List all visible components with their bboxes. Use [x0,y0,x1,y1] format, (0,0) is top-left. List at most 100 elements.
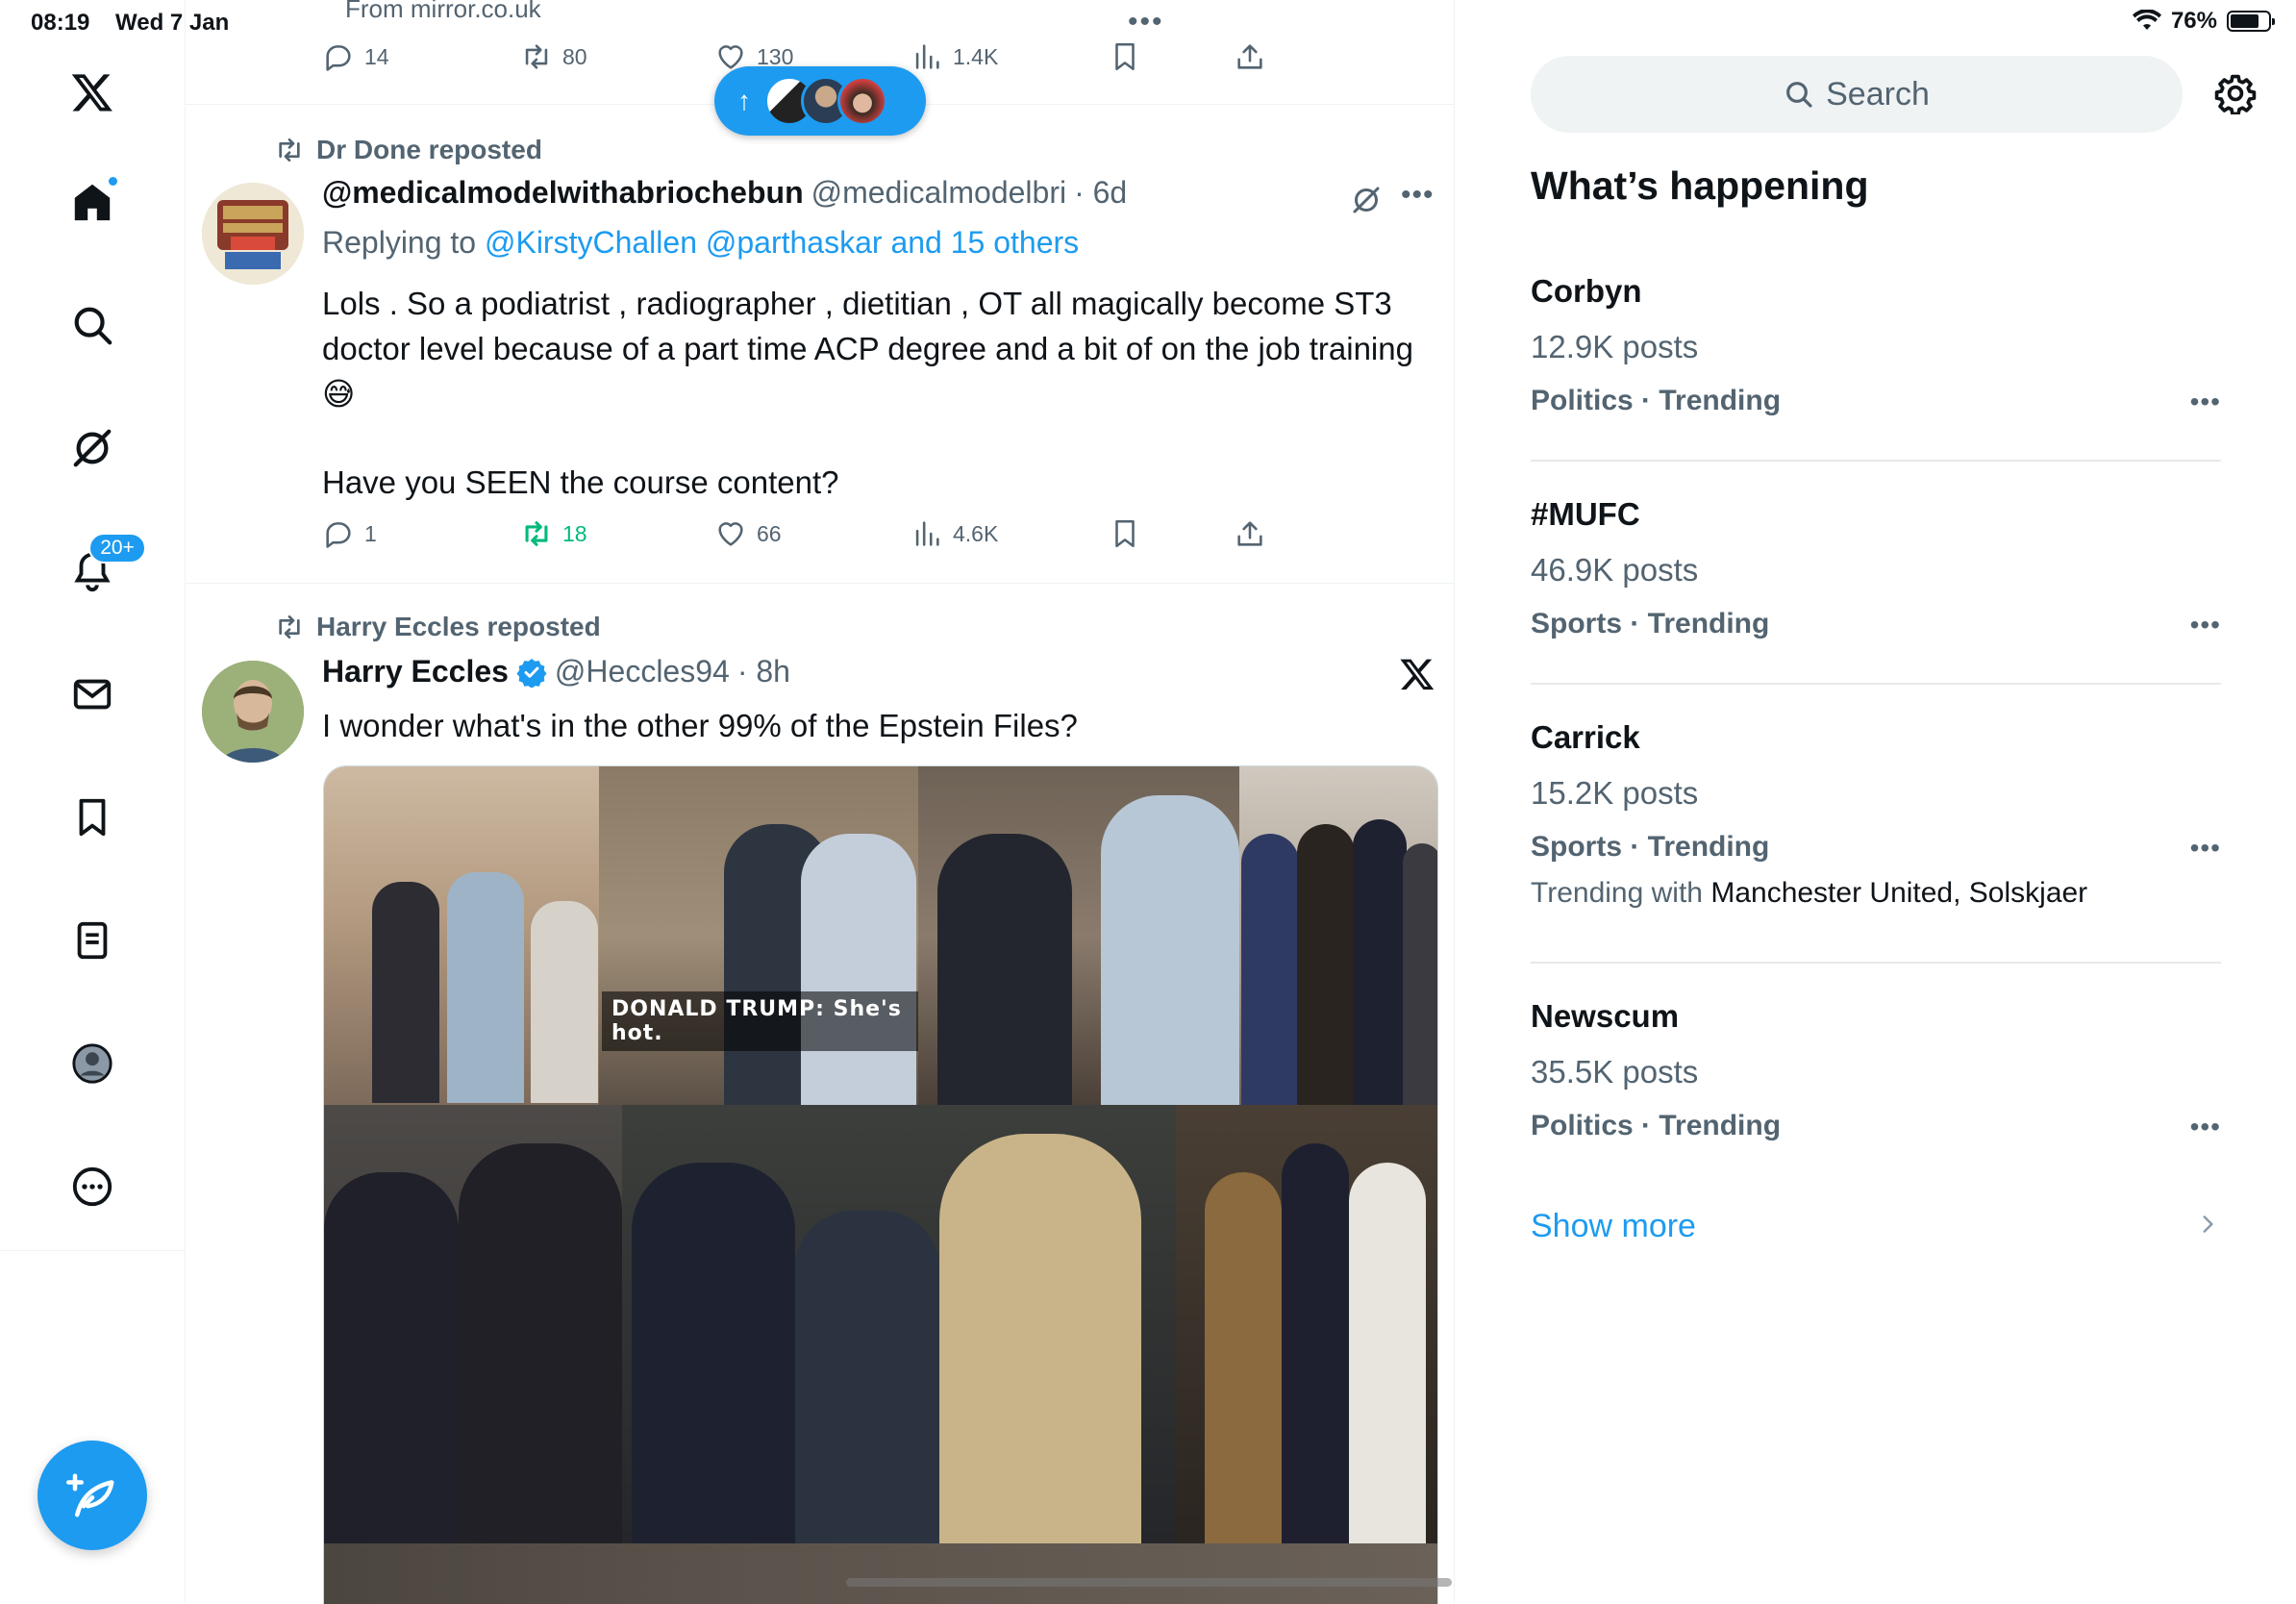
trend-item[interactable]: Corbyn 12.9K posts Politics · Trending •… [1531,273,2221,417]
post-text-paragraph: Have you SEEN the course content? [322,464,839,500]
author-handle[interactable]: @medicalmodelbri [811,175,1066,211]
avatar [837,76,887,126]
post-header: Harry Eccles @Heccles94 · 8h [322,654,790,689]
chevron-right-icon [2203,1216,2213,1233]
photo-figure [1282,1143,1349,1543]
search-icon [1786,82,1812,108]
wifi-icon [2132,10,2161,30]
post-text: Lols . So a podiatrist , radiographer , … [322,281,1437,505]
photo-figure [1353,819,1407,1105]
notification-badge: 20+ [88,533,146,564]
show-more-link[interactable]: Show more [1531,1208,1696,1245]
trend-more-icon[interactable]: ••• [2190,1112,2221,1142]
new-posts-pill[interactable]: ↑ [714,66,926,136]
nav-profile[interactable] [54,1025,131,1102]
photo-figure [459,1143,622,1543]
home-icon [74,184,111,221]
views-button[interactable]: 4.6K [911,517,998,550]
post-header: @medicalmodelwithabriochebun @medicalmod… [322,175,1127,211]
nav-more[interactable] [54,1148,131,1225]
trend-more-icon[interactable]: ••• [2190,610,2221,640]
nav-home[interactable] [54,163,131,240]
trend-more-icon[interactable]: ••• [2190,833,2221,864]
more-circle-icon [72,1166,112,1207]
author-name[interactable]: Harry Eccles [322,654,509,689]
trend-item[interactable]: #MUFC 46.9K posts Sports · Trending ••• [1531,496,2221,640]
author-handle[interactable]: @Heccles94 [555,654,730,689]
photo-figure [937,834,1072,1105]
avatar[interactable] [202,661,304,763]
reply-count: 14 [364,43,389,69]
replying-prefix: Replying to [322,225,477,260]
bookmark-icon [79,798,106,837]
nav-lists[interactable] [54,902,131,979]
author-name[interactable]: @medicalmodelwithabriochebun [322,175,804,211]
trend-divider [1531,683,2221,685]
photo-figure [447,872,524,1103]
collage-photo [1176,1105,1437,1543]
post-time[interactable]: · 6d [1074,175,1127,211]
bookmark-button[interactable] [1109,517,1141,550]
photo-figure [531,901,598,1103]
avatar[interactable] [202,183,304,285]
share-icon [1237,521,1262,546]
trend-name: Corbyn [1531,273,1642,309]
repost-button[interactable]: 18 [520,517,587,550]
grok-explain-icon[interactable] [1349,183,1384,217]
x-logo-icon[interactable] [54,54,131,131]
nav-divider [0,1250,186,1251]
like-button[interactable]: 66 [714,517,782,550]
trend-category: Politics · Trending [1531,385,1782,416]
collage-photo [324,1105,622,1543]
timeline: From mirror.co.uk ••• 14 80 130 1.4K ↑ D… [186,0,1455,1604]
gear-icon[interactable] [2214,72,2257,114]
section-title: What’s happening [1531,163,1869,208]
scroll-indicator[interactable] [846,1578,1452,1587]
collage-photo [1239,766,1437,1105]
nav-grok[interactable] [54,410,131,487]
share-button[interactable] [1234,517,1266,550]
repost-count: 80 [562,43,587,69]
post-more-icon[interactable]: ••• [1401,179,1435,212]
nav-messages[interactable] [54,656,131,733]
post-time[interactable]: · 8h [737,654,790,689]
photo-figure [1297,824,1355,1105]
trending-with-names: Manchester United, Solskjaer [1710,877,2088,909]
search-icon [74,307,112,345]
trend-name: #MUFC [1531,496,1640,532]
photo-figure [324,1172,459,1543]
trend-count: 15.2K posts [1531,775,1699,811]
photo-figure [795,1211,939,1543]
trend-category: Politics · Trending [1531,1110,1782,1141]
compose-button[interactable] [37,1441,147,1550]
photo-figure [632,1163,795,1543]
replying-links[interactable]: @KirstyChallen @parthaskar and 15 others [485,225,1079,260]
repost-icon [279,138,300,162]
profile-icon [72,1043,112,1084]
reposted-by[interactable]: Harry Eccles reposted [316,612,601,642]
collage-photo [918,766,1239,1105]
photo-figure [1241,834,1299,1105]
nav-notifications[interactable]: 20+ [54,533,146,610]
trend-count: 35.5K posts [1531,1054,1699,1090]
status-date: Wed 7 Jan [115,10,230,36]
trend-item[interactable]: Carrick 15.2K posts Sports · Trending Tr… [1531,719,2221,910]
nav-bookmarks[interactable] [54,779,131,856]
nav-explore[interactable] [54,287,131,363]
search-input[interactable]: Search [1531,56,2183,133]
avatar-photo [202,661,304,763]
post-media-collage[interactable]: DONALD TRUMP: She's hot. [323,765,1438,1604]
reposted-by[interactable]: Dr Done reposted [316,135,542,165]
trend-count: 12.9K posts [1531,329,1699,364]
trend-more-icon[interactable]: ••• [2190,387,2221,417]
photo-figure [1101,795,1239,1105]
battery-fill [2231,14,2259,28]
repost-context: Harry Eccles reposted [274,612,601,642]
trending-with: Trending with Manchester United, Solskja… [1531,877,2221,910]
x-logo-svg [71,74,112,112]
trend-item[interactable]: Newscum 35.5K posts Politics · Trending … [1531,998,2221,1142]
reply-button[interactable]: 1 [322,517,377,550]
trending-with-prefix: Trending with [1531,877,1703,909]
pill-avatars [764,76,887,126]
status-time: 08:19 [31,10,90,36]
